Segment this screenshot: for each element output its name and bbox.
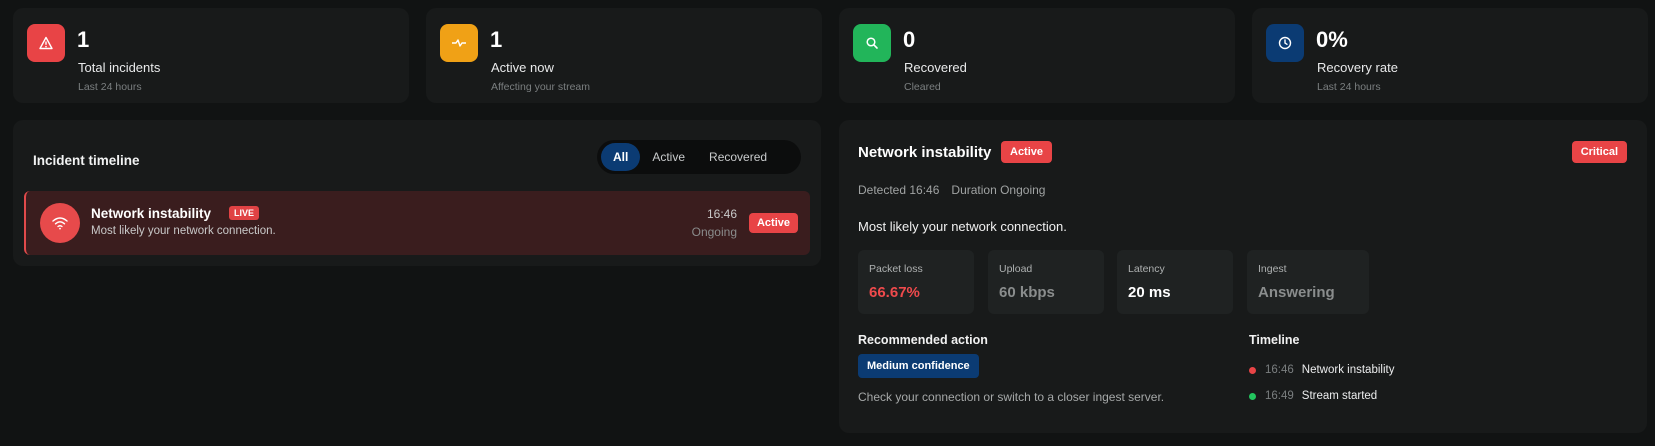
event-time: 16:46: [1265, 364, 1294, 376]
metric-ingest: Ingest Answering: [1247, 250, 1369, 314]
filter-recovered[interactable]: Recovered: [697, 143, 779, 171]
filter-active[interactable]: Active: [640, 143, 697, 171]
pulse-icon: [440, 24, 478, 62]
duration-text: Duration Ongoing: [951, 183, 1046, 197]
incident-duration: Ongoing: [691, 225, 737, 239]
metric-label: Packet loss: [869, 263, 923, 275]
event-label: Stream started: [1301, 390, 1378, 402]
event-item: 16:49 Stream started: [1249, 390, 1377, 402]
stat-subtext: Last 24 hours: [78, 81, 142, 93]
metric-value: Answering: [1258, 284, 1335, 301]
stat-value: 0: [903, 27, 916, 52]
event-time: 16:49: [1265, 390, 1294, 402]
metric-label: Latency: [1128, 263, 1165, 275]
incident-title: Network instability: [91, 206, 212, 221]
detected-time: Detected 16:46: [858, 183, 940, 197]
stat-subtext: Last 24 hours: [1317, 81, 1381, 93]
event-timeline-title: Timeline: [1249, 333, 1300, 347]
stat-value: 0%: [1316, 27, 1348, 52]
metric-latency: Latency 20 ms: [1117, 250, 1233, 314]
status-badge: Active: [748, 213, 798, 233]
detail-title: Network instability: [858, 144, 992, 161]
warning-triangle-icon: [27, 24, 65, 62]
incident-time: 16:46: [706, 207, 737, 221]
stat-subtext: Affecting your stream: [491, 81, 591, 93]
metric-label: Ingest: [1258, 263, 1287, 275]
recommended-action-title: Recommended action: [858, 333, 988, 347]
search-icon: [853, 24, 891, 62]
event-item: 16:46 Network instability: [1249, 364, 1394, 376]
recommended-action-text: Check your connection or switch to a clo…: [858, 390, 1165, 404]
status-badge: Active: [1001, 141, 1053, 163]
metric-value: 60 kbps: [999, 284, 1055, 301]
status-dot: [1249, 392, 1256, 400]
panel-title: Incident timeline: [33, 153, 140, 168]
severity-badge: Critical: [1571, 141, 1627, 163]
status-dot: [1249, 366, 1256, 374]
wifi-icon: [40, 203, 80, 243]
confidence-badge: Medium confidence: [858, 354, 979, 378]
incident-description: Most likely your network connection.: [91, 225, 276, 237]
timeline-filter: All Active Recovered: [597, 140, 801, 174]
live-badge: LIVE: [229, 206, 260, 220]
stat-label: Active now: [491, 60, 554, 75]
stat-card-recovery-rate: 0% Recovery rate Last 24 hours: [1252, 8, 1648, 103]
stat-card-active-now: 1 Active now Affecting your stream: [426, 8, 822, 103]
detail-description: Most likely your network connection.: [858, 219, 1067, 234]
stat-card-total-incidents: 1 Total incidents Last 24 hours: [13, 8, 409, 103]
incident-timeline-panel: Incident timeline All Active Recovered N…: [13, 120, 821, 266]
incident-row[interactable]: Network instability LIVE Most likely you…: [24, 191, 810, 255]
stat-label: Recovered: [904, 60, 967, 75]
stat-subtext: Cleared: [904, 81, 941, 93]
stat-value: 1: [77, 27, 90, 52]
metric-upload: Upload 60 kbps: [988, 250, 1104, 314]
stat-value: 1: [490, 27, 503, 52]
event-label: Network instability: [1301, 364, 1395, 376]
metric-packet-loss: Packet loss 66.67%: [858, 250, 974, 314]
stat-label: Recovery rate: [1317, 60, 1398, 75]
incident-detail-panel: Network instability Active Critical Dete…: [839, 120, 1647, 433]
detail-meta: Detected 16:46 Duration Ongoing: [858, 183, 1045, 197]
stat-card-recovered: 0 Recovered Cleared: [839, 8, 1235, 103]
metric-label: Upload: [999, 263, 1033, 275]
filter-all[interactable]: All: [601, 143, 641, 171]
clock-icon: [1266, 24, 1304, 62]
stat-label: Total incidents: [78, 60, 161, 75]
metric-value: 66.67%: [869, 284, 920, 301]
metric-value: 20 ms: [1128, 284, 1171, 301]
